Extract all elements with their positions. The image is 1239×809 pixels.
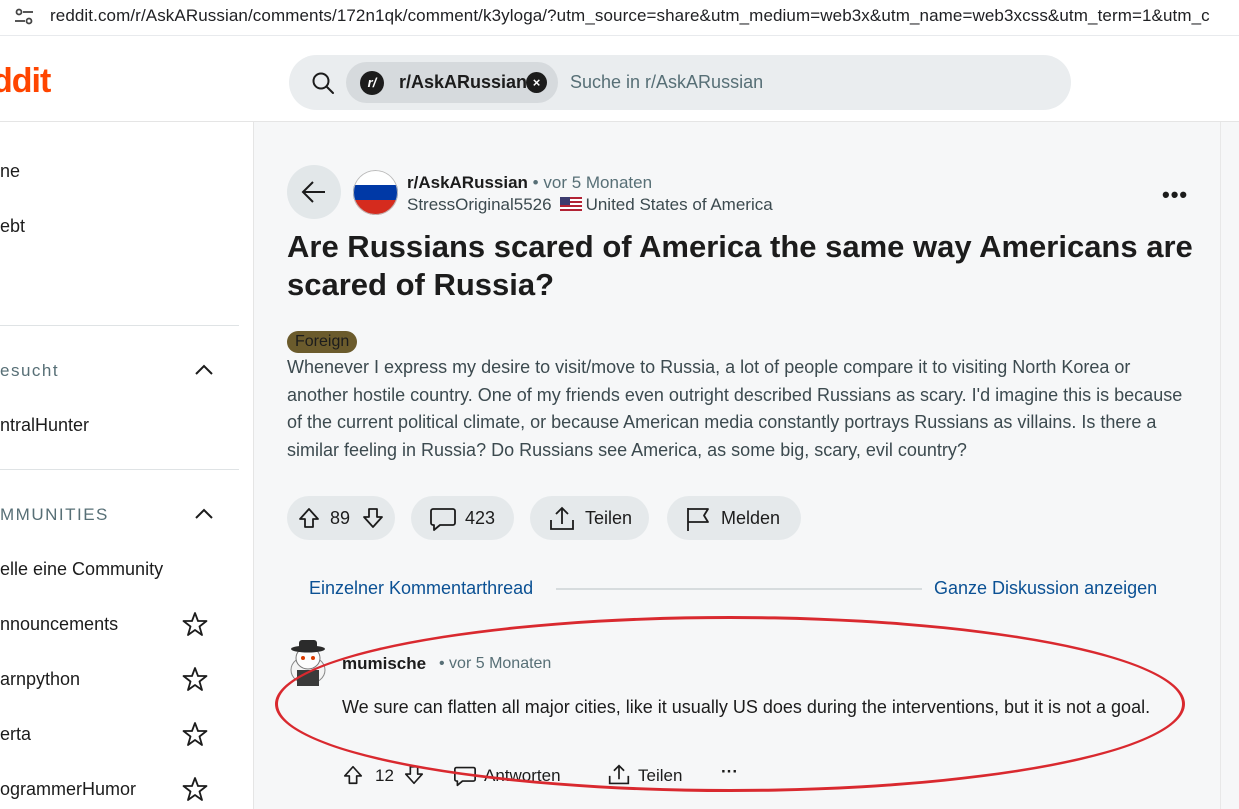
search-icon <box>312 72 334 94</box>
main-content: r/AskARussian • vor 5 Monaten StressOrig… <box>254 122 1220 809</box>
thread-divider <box>556 588 922 590</box>
clear-chip-icon[interactable]: × <box>526 72 547 93</box>
upvote-icon[interactable] <box>342 764 364 786</box>
comment-icon <box>430 508 456 531</box>
post-author[interactable]: StressOriginal5526 <box>407 195 552 214</box>
subreddit-link[interactable]: r/AskARussian <box>407 173 528 192</box>
subreddit-avatar[interactable] <box>353 170 398 215</box>
star-icon[interactable] <box>182 666 208 692</box>
comment-vote-count: 12 <box>375 766 394 785</box>
sidebar-item-home[interactable]: ne <box>0 161 20 182</box>
star-icon[interactable] <box>182 721 208 747</box>
sidebar-item-popular[interactable]: ebt <box>0 216 25 237</box>
search-input[interactable]: Suche in r/AskARussian <box>570 72 763 93</box>
browser-url-bar[interactable]: reddit.com/r/AskARussian/comments/172n1q… <box>0 0 1239 36</box>
reply-button[interactable]: Antworten <box>484 766 561 786</box>
post-title: Are Russians scared of America the same … <box>287 229 1193 302</box>
post-body: Whenever I express my desire to visit/mo… <box>287 357 1183 461</box>
report-label: Melden <box>721 508 781 528</box>
downvote-icon[interactable] <box>403 764 425 786</box>
upvote-icon[interactable] <box>297 506 321 530</box>
vote-control: 89 <box>287 496 395 540</box>
separator-dot: • <box>532 173 539 192</box>
community-item[interactable]: erta <box>0 724 31 745</box>
post-vote-count: 89 <box>330 508 351 528</box>
commenter-avatar[interactable] <box>287 640 329 686</box>
site-settings-icon[interactable] <box>14 8 34 26</box>
subreddit-search-chip[interactable]: r/ r/AskARussian × <box>346 62 558 103</box>
community-item[interactable]: ogrammerHumor <box>0 779 136 800</box>
back-button[interactable] <box>287 165 341 219</box>
comments-button[interactable]: 423 <box>411 496 514 540</box>
subreddit-icon: r/ <box>360 71 384 95</box>
comment-share-button[interactable]: Teilen <box>638 766 682 786</box>
comment-time: • vor 5 Monaten <box>439 655 552 672</box>
sidebar-divider <box>0 325 239 326</box>
flag-icon <box>687 508 709 531</box>
create-community-link[interactable]: elle eine Community <box>0 559 163 580</box>
search-bar[interactable]: r/ r/AskARussian × Suche in r/AskARussia… <box>289 55 1071 110</box>
comment-body: We sure can flatten all major cities, li… <box>342 697 1151 717</box>
url-text[interactable]: reddit.com/r/AskARussian/comments/172n1q… <box>50 6 1210 26</box>
right-panel-edge <box>1220 122 1239 809</box>
reddit-logo[interactable]: ddit <box>0 62 51 101</box>
sidebar-divider <box>0 469 239 470</box>
share-button[interactable]: Teilen <box>530 496 649 540</box>
single-thread-link[interactable]: Einzelner Kommentarthread <box>309 578 533 599</box>
site-header: ddit r/ r/AskARussian × Suche in r/AskAR… <box>0 36 1239 122</box>
community-item[interactable]: nnouncements <box>0 614 118 635</box>
recent-item[interactable]: ntralHunter <box>0 415 89 436</box>
post-meta: r/AskARussian • vor 5 Monaten <box>407 173 652 193</box>
chevron-up-icon[interactable] <box>193 507 215 521</box>
chip-label: r/AskARussian <box>399 72 528 92</box>
share-icon <box>608 764 630 785</box>
report-button[interactable]: Melden <box>667 496 801 540</box>
arrow-left-icon <box>301 181 325 203</box>
post-time: vor 5 Monaten <box>543 173 653 192</box>
communities-section-header[interactable]: MMUNITIES <box>0 505 109 525</box>
comment-more-icon[interactable]: ··· <box>721 762 738 782</box>
post-flair[interactable]: Foreign <box>287 331 358 353</box>
author-flair: United States of America <box>585 195 773 214</box>
comment-icon <box>453 766 476 787</box>
post-flair-label: Foreign <box>295 333 350 350</box>
comment-author[interactable]: mumische <box>342 654 426 674</box>
share-label: Teilen <box>585 508 633 528</box>
community-item[interactable]: arnpython <box>0 669 80 690</box>
star-icon[interactable] <box>182 611 208 637</box>
star-icon[interactable] <box>182 776 208 802</box>
left-sidebar: ne ebt esucht ntralHunter MMUNITIES elle… <box>0 122 254 809</box>
comment-count: 423 <box>465 508 496 528</box>
us-flag-icon <box>559 197 582 211</box>
share-icon <box>550 506 574 530</box>
chevron-up-icon[interactable] <box>193 363 215 377</box>
full-discussion-link[interactable]: Ganze Diskussion anzeigen <box>934 578 1157 599</box>
more-options-icon[interactable]: ••• <box>1162 182 1188 208</box>
recent-section-header[interactable]: esucht <box>0 361 59 381</box>
downvote-icon[interactable] <box>361 506 385 530</box>
post-author-line: StressOriginal5526 United States of Ameri… <box>407 195 773 215</box>
